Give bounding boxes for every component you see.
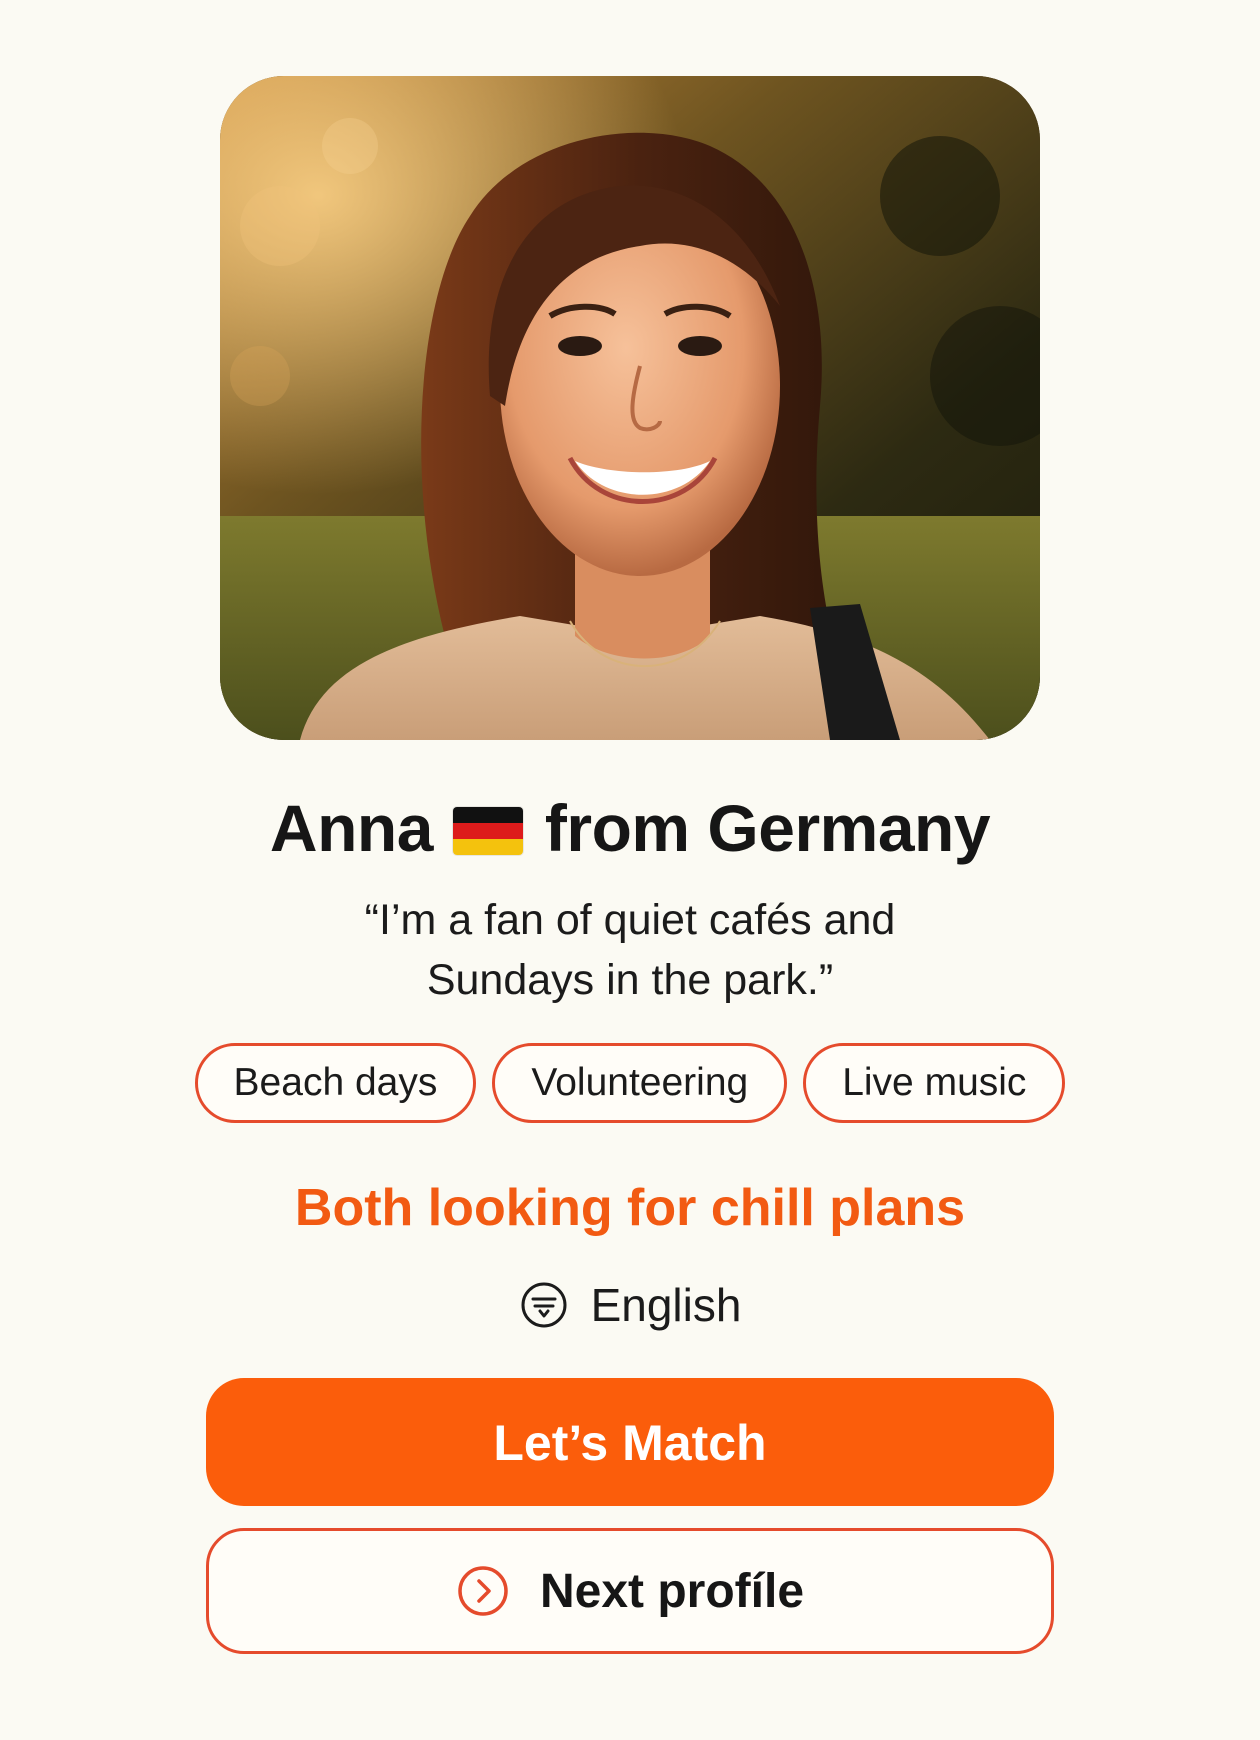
germany-flag-icon [452,807,523,855]
chevron-right-circle-icon [456,1564,510,1618]
shared-interest: Both looking for chill plans [294,1179,966,1237]
profile-photo [220,76,1040,740]
profile-origin: from Germany [544,791,991,865]
next-profile-label: Next profíle [539,1564,805,1618]
tag-volunteering: Volunteering [492,1043,788,1123]
profile-name: Anna [269,791,434,865]
tag-live-music: Live music [803,1043,1066,1123]
quote-line-2: Sundays in the park.” [426,956,834,1004]
profile-screen: Anna from Germany “I’m a fan of quiet caf… [0,0,1260,1740]
profile-quote: “I’m a fan of quiet cafés and Sundays in… [280,890,980,1010]
language-row: English [0,1276,1260,1334]
next-profile-button[interactable]: Next profíle [206,1528,1054,1654]
interest-tags: Beach days Volunteering Live music [0,1043,1260,1123]
language-label: English [590,1279,742,1331]
quote-line-1: “I’m a fan of quiet cafés and [364,896,896,944]
lets-match-button[interactable]: Let’s Match [206,1378,1054,1506]
tag-beach-days: Beach days [194,1043,477,1123]
language-icon [519,1280,569,1330]
profile-title: Anna from Germany [0,788,1260,868]
